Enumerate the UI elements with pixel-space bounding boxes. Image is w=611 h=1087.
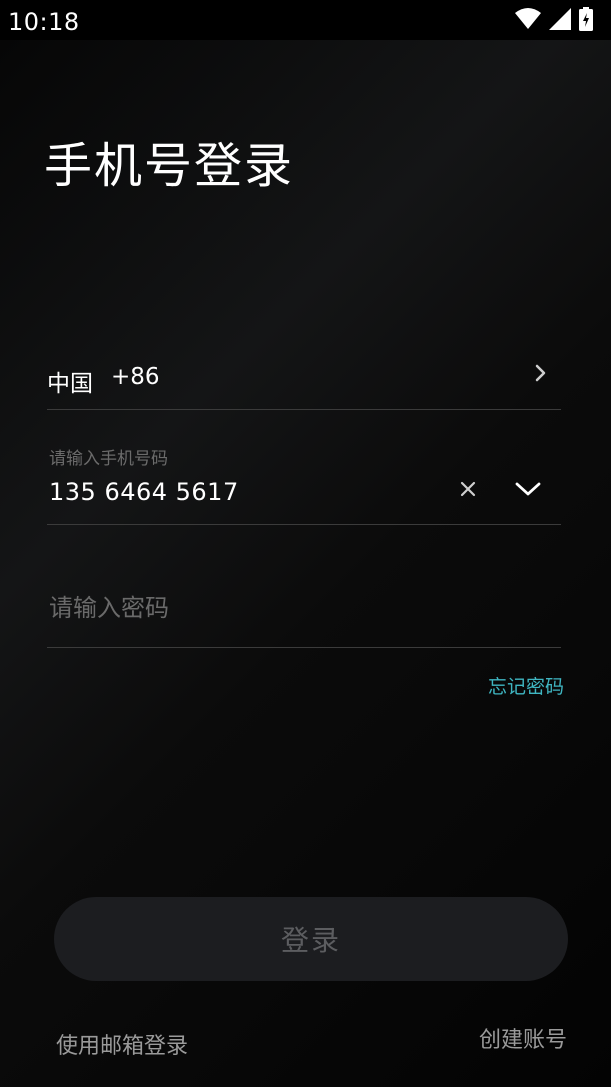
battery-charging-icon [579, 7, 593, 31]
divider [47, 409, 561, 410]
create-account-link[interactable]: 创建账号 [479, 1022, 567, 1054]
status-time: 10:18 [8, 8, 80, 36]
login-screen: 10:18 手机号登录 中国 +86 请输入手机号码 135 6464 5617… [0, 0, 611, 1087]
login-button[interactable]: 登录 [54, 897, 568, 981]
chevron-right-icon [533, 362, 549, 384]
forgot-password-link[interactable]: 忘记密码 [488, 672, 564, 699]
password-field[interactable] [47, 586, 561, 648]
divider [47, 524, 561, 525]
divider [47, 647, 561, 648]
status-bar: 10:18 [0, 0, 611, 40]
country-selector[interactable]: 中国 +86 [47, 350, 561, 410]
country-code: +86 [111, 364, 160, 390]
close-icon[interactable] [457, 478, 479, 500]
password-input[interactable] [49, 586, 489, 630]
country-name: 中国 [47, 371, 93, 397]
page-title: 手机号登录 [44, 138, 295, 194]
status-icons [515, 6, 593, 32]
phone-input[interactable]: 135 6464 5617 [49, 478, 239, 506]
wifi-icon [515, 8, 541, 30]
cell-signal-icon [549, 8, 571, 30]
email-login-link[interactable]: 使用邮箱登录 [56, 1028, 188, 1060]
phone-field[interactable]: 请输入手机号码 135 6464 5617 [47, 440, 561, 525]
chevron-down-icon[interactable] [513, 478, 543, 500]
phone-label: 请输入手机号码 [49, 449, 168, 469]
